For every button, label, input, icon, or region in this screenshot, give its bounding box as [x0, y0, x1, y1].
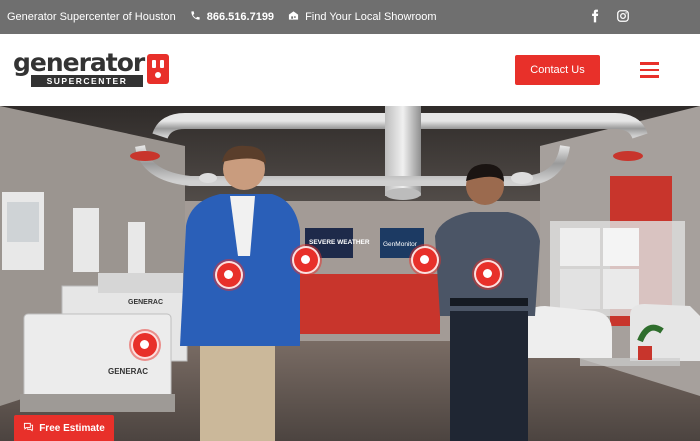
top-bar: Generator Supercenter of Houston 866.516… [0, 0, 700, 34]
hotspot-host[interactable] [215, 261, 243, 289]
logo-wordmark: generator [13, 48, 145, 77]
phone-number: 866.516.7199 [206, 11, 275, 23]
store-icon [288, 10, 299, 24]
hotspot-technician[interactable] [474, 260, 502, 288]
chat-icon [23, 422, 34, 435]
outlet-logo-icon [147, 54, 169, 84]
free-estimate-button[interactable]: Free Estimate [14, 415, 114, 441]
free-estimate-label: Free Estimate [39, 422, 105, 434]
menu-icon[interactable] [640, 62, 659, 78]
generac-label-front: GENERAC [108, 367, 148, 376]
contact-us-button[interactable]: Contact Us [515, 55, 600, 85]
showroom-link[interactable]: Find Your Local Showroom [288, 10, 437, 24]
logo-subtitle: SUPERCENTER [31, 75, 143, 87]
site-logo[interactable]: generator SUPERCENTER [13, 48, 169, 87]
facebook-icon[interactable] [588, 8, 602, 24]
company-name: Generator Supercenter of Houston [7, 11, 176, 23]
hotspot-screen-right[interactable] [411, 246, 439, 274]
screen-left-text: SEVERE WEATHER [309, 239, 370, 246]
social-links [588, 8, 630, 24]
showroom-scene: GENERAC GENERAC SEVERE WEATHER GenMonito… [0, 106, 700, 441]
hotspot-screen-left[interactable] [292, 246, 320, 274]
phone-link[interactable]: 866.516.7199 [190, 10, 274, 24]
instagram-icon[interactable] [616, 8, 630, 24]
screen-right-text: GenMonitor [383, 241, 418, 248]
generac-label-back: GENERAC [128, 299, 163, 306]
showroom-label: Find Your Local Showroom [305, 11, 437, 23]
hero-showroom-image: GENERAC GENERAC SEVERE WEATHER GenMonito… [0, 106, 700, 441]
hotspot-generator[interactable] [131, 331, 159, 359]
site-header: generator SUPERCENTER Contact Us [0, 34, 700, 106]
phone-icon [190, 10, 201, 24]
